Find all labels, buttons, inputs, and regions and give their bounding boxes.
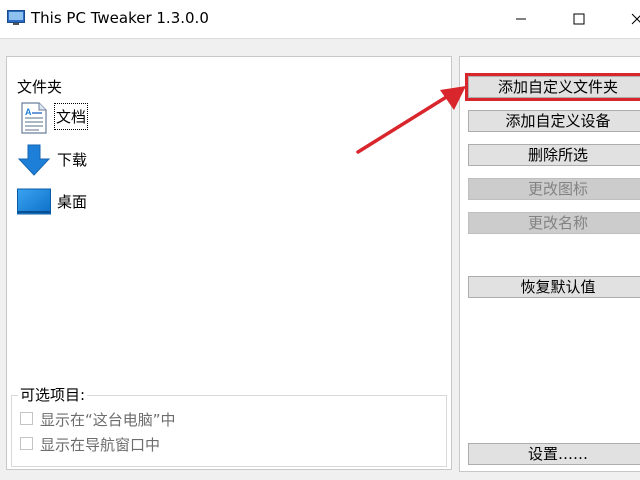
show-in-this-pc-label: 显示在“这台电脑”中 [40,411,176,429]
folder-item-desktop[interactable]: 桌面 [17,185,107,219]
title-bar: This PC Tweaker 1.3.0.0 [0,0,640,39]
actions-panel: 添加自定义文件夹 添加自定义设备 删除所选 更改图标 更改名称 恢复默认值 设置… [459,56,640,472]
show-in-navigation-label: 显示在导航窗口中 [40,436,161,454]
desktop-icon [17,188,51,215]
minimize-icon [516,18,526,20]
delete-selected-button[interactable]: 删除所选 [468,144,640,166]
app-icon [7,10,25,25]
folder-item-label: 下载 [57,151,88,169]
folder-item-documents[interactable]: A 文档 [17,101,107,135]
annotation-arrow-icon [356,86,466,154]
optional-items-group: 可选项目: 显示在“这台电脑”中 显示在导航窗口中 [11,384,447,467]
window-title: This PC Tweaker 1.3.0.0 [31,9,209,27]
settings-button[interactable]: 设置…… [468,443,640,465]
download-arrow-icon [17,144,51,176]
minimize-button[interactable] [498,6,544,32]
folder-item-label: 文档 [53,103,89,130]
svg-text:A: A [25,107,32,117]
change-name-button[interactable]: 更改名称 [468,212,640,234]
close-button[interactable] [614,6,640,32]
folder-item-downloads[interactable]: 下载 [17,143,107,177]
maximize-icon [573,13,585,25]
optional-items-legend: 可选项目: [18,384,88,405]
show-in-navigation-checkbox[interactable] [20,437,33,450]
add-custom-device-button[interactable]: 添加自定义设备 [468,110,640,132]
restore-defaults-button[interactable]: 恢复默认值 [468,276,640,298]
show-in-this-pc-checkbox[interactable] [20,412,33,425]
change-icon-button[interactable]: 更改图标 [468,178,640,200]
maximize-button[interactable] [556,6,602,32]
add-custom-folder-button[interactable]: 添加自定义文件夹 [465,73,640,101]
document-icon: A [21,102,47,134]
folder-item-label: 桌面 [57,193,88,211]
close-icon [631,13,640,25]
folders-section-label: 文件夹 [17,78,63,96]
